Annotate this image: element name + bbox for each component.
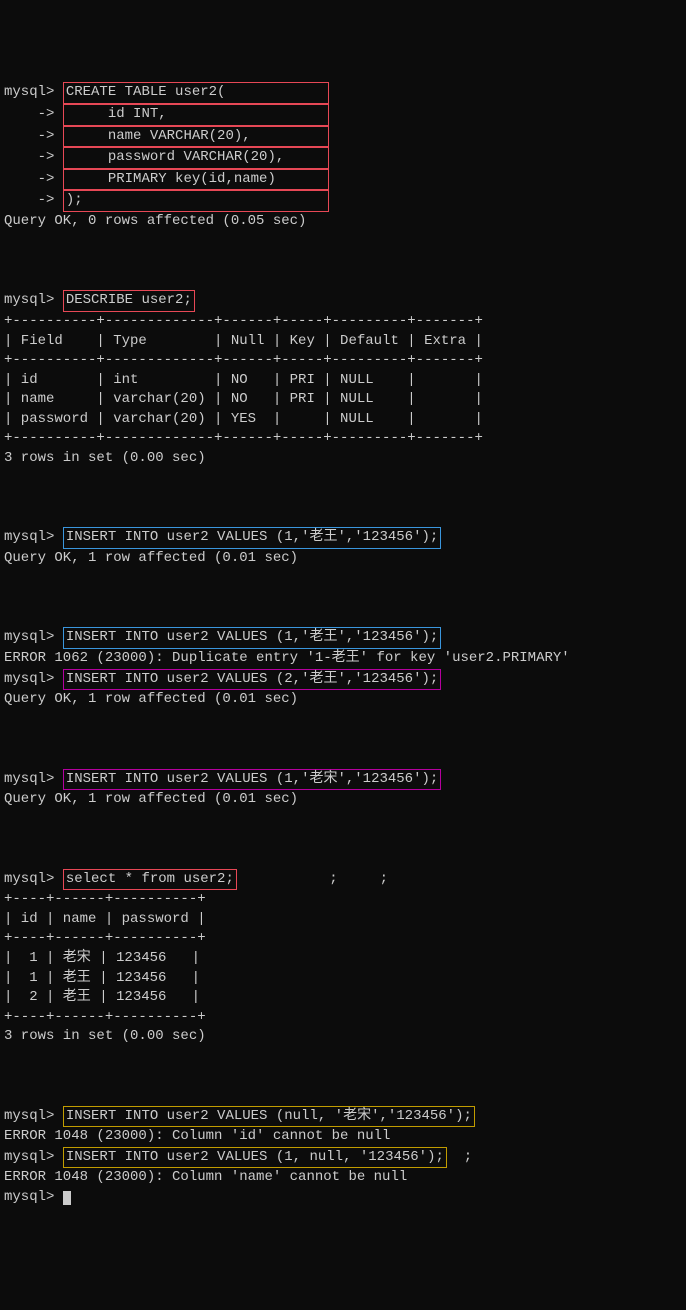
- sel-table-row: | 2 | 老王 | 123456 |: [4, 988, 682, 1008]
- insert6-line: mysql> INSERT INTO user2 VALUES (1, null…: [4, 1147, 682, 1169]
- select-line: mysql> select * from user2; ; ;: [4, 869, 682, 891]
- insert1-line: mysql> INSERT INTO user2 VALUES (1,'老王',…: [4, 527, 682, 549]
- create-table-box: password VARCHAR(20),: [63, 147, 329, 169]
- cursor-icon: [63, 1191, 71, 1205]
- insert5-line: mysql> INSERT INTO user2 VALUES (null, '…: [4, 1106, 682, 1128]
- insert5-error: ERROR 1048 (23000): Column 'id' cannot b…: [4, 1127, 682, 1147]
- desc-result: 3 rows in set (0.00 sec): [4, 449, 682, 469]
- create-result: Query OK, 0 rows affected (0.05 sec): [4, 212, 682, 232]
- empty: [4, 829, 682, 849]
- insert1-result: Query OK, 1 row affected (0.01 sec): [4, 549, 682, 569]
- insert4-line: mysql> INSERT INTO user2 VALUES (1,'老宋',…: [4, 769, 682, 791]
- insert6-error: ERROR 1048 (23000): Column 'name' cannot…: [4, 1168, 682, 1188]
- create-table-box: name VARCHAR(20),: [63, 126, 329, 148]
- create-line-6: -> );: [4, 190, 682, 212]
- create-line-2: -> id INT,: [4, 104, 682, 126]
- insert4-result: Query OK, 1 row affected (0.01 sec): [4, 790, 682, 810]
- insert3-result: Query OK, 1 row affected (0.01 sec): [4, 690, 682, 710]
- desc-table-row: | id | int | NO | PRI | NULL | |: [4, 371, 682, 391]
- insert3-line: mysql> INSERT INTO user2 VALUES (2,'老王',…: [4, 669, 682, 691]
- insert6-box: INSERT INTO user2 VALUES (1, null, '1234…: [63, 1147, 447, 1169]
- empty: [4, 1066, 682, 1086]
- insert5-box: INSERT INTO user2 VALUES (null, '老宋','12…: [63, 1106, 475, 1128]
- sel-table-sep: +----+------+----------+: [4, 890, 682, 910]
- sel-result: 3 rows in set (0.00 sec): [4, 1027, 682, 1047]
- desc-table-row: | name | varchar(20) | NO | PRI | NULL |…: [4, 390, 682, 410]
- create-table-box: CREATE TABLE user2(: [63, 82, 329, 104]
- desc-table-hdr: | Field | Type | Null | Key | Default | …: [4, 332, 682, 352]
- create-line-5: -> PRIMARY key(id,name): [4, 169, 682, 191]
- sel-table-sep: +----+------+----------+: [4, 929, 682, 949]
- insert2-line: mysql> INSERT INTO user2 VALUES (1,'老王',…: [4, 627, 682, 649]
- insert2-box: INSERT INTO user2 VALUES (1,'老王','123456…: [63, 627, 441, 649]
- create-table-box: id INT,: [63, 104, 329, 126]
- empty: [4, 251, 682, 271]
- create-table-box: );: [63, 190, 329, 212]
- select-box: select * from user2;: [63, 869, 237, 891]
- create-line-3: -> name VARCHAR(20),: [4, 126, 682, 148]
- sel-table-row: | 1 | 老王 | 123456 |: [4, 969, 682, 989]
- insert1-box: INSERT INTO user2 VALUES (1,'老王','123456…: [63, 527, 441, 549]
- desc-table-sep: +----------+-------------+------+-----+-…: [4, 351, 682, 371]
- insert2-error: ERROR 1062 (23000): Duplicate entry '1-老…: [4, 649, 682, 669]
- sel-table-sep: +----+------+----------+: [4, 1008, 682, 1028]
- create-table-box: PRIMARY key(id,name): [63, 169, 329, 191]
- describe-box: DESCRIBE user2;: [63, 290, 195, 312]
- sel-table-hdr: | id | name | password |: [4, 910, 682, 930]
- insert3-box: INSERT INTO user2 VALUES (2,'老王','123456…: [63, 669, 441, 691]
- insert4-box: INSERT INTO user2 VALUES (1,'老宋','123456…: [63, 769, 441, 791]
- describe-line: mysql> DESCRIBE user2;: [4, 290, 682, 312]
- prompt-cursor[interactable]: mysql>: [4, 1188, 682, 1208]
- empty: [4, 488, 682, 508]
- sel-table-row: | 1 | 老宋 | 123456 |: [4, 949, 682, 969]
- desc-table-row: | password | varchar(20) | YES | | NULL …: [4, 410, 682, 430]
- desc-table-sep: +----------+-------------+------+-----+-…: [4, 429, 682, 449]
- desc-table-sep: +----------+-------------+------+-----+-…: [4, 312, 682, 332]
- create-line-1: mysql> CREATE TABLE user2(: [4, 82, 682, 104]
- create-line-4: -> password VARCHAR(20),: [4, 147, 682, 169]
- empty: [4, 729, 682, 749]
- empty: [4, 588, 682, 608]
